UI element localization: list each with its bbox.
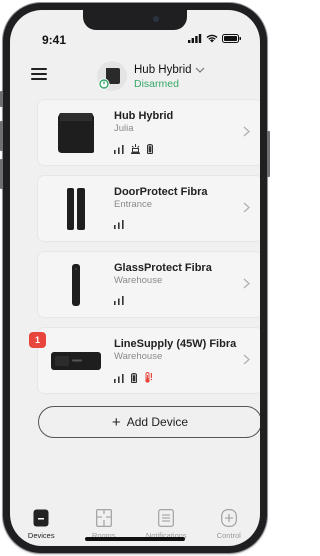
device-name: Hub Hybrid bbox=[114, 110, 174, 122]
device-room: Entrance bbox=[114, 199, 153, 210]
wifi-icon bbox=[206, 34, 218, 43]
signal-icon bbox=[114, 374, 124, 383]
status-icons bbox=[188, 34, 242, 43]
cellular-signal-icon bbox=[188, 34, 202, 43]
device-name: DoorProtect Fibra bbox=[114, 186, 208, 198]
rooms-icon bbox=[95, 509, 112, 527]
device-card-linesupply-fibra[interactable]: LineSupply (45W) Fibra Warehouse bbox=[38, 328, 260, 393]
app-screen: 9:41 Hub Hybrid Disarmed Hub Hybrid Juli… bbox=[10, 10, 260, 546]
notch bbox=[83, 10, 187, 30]
tab-label: Control bbox=[216, 531, 241, 540]
signal-icon bbox=[114, 145, 124, 154]
device-status-icons bbox=[114, 220, 124, 229]
signal-icon bbox=[114, 296, 124, 305]
battery-icon bbox=[147, 144, 153, 154]
add-device-label: Add Device bbox=[126, 415, 189, 429]
menu-icon[interactable] bbox=[31, 68, 47, 80]
hub-avatar-icon[interactable] bbox=[96, 60, 128, 92]
signal-icon bbox=[114, 220, 124, 229]
volume-up-button bbox=[0, 121, 3, 151]
tamper-icon bbox=[131, 144, 140, 154]
device-status-icons bbox=[114, 372, 153, 383]
device-image-doorprotect bbox=[48, 181, 103, 236]
hub-selector[interactable]: Hub Hybrid bbox=[134, 64, 205, 76]
notifications-icon bbox=[158, 509, 175, 527]
power-button bbox=[267, 131, 270, 177]
chevron-right-icon bbox=[243, 278, 250, 289]
phone-frame: 9:41 Hub Hybrid Disarmed Hub Hybrid Juli… bbox=[0, 3, 270, 553]
status-time: 9:41 bbox=[42, 33, 67, 47]
home-indicator bbox=[85, 537, 185, 541]
add-device-button[interactable]: + Add Device bbox=[38, 406, 260, 438]
devices-icon bbox=[33, 509, 49, 527]
device-card-doorprotect-fibra[interactable]: DoorProtect Fibra Entrance bbox=[38, 176, 260, 241]
device-name: GlassProtect Fibra bbox=[114, 262, 212, 274]
chevron-right-icon bbox=[243, 354, 250, 365]
tab-devices[interactable]: Devices bbox=[10, 509, 72, 540]
control-icon bbox=[220, 509, 237, 527]
device-name: LineSupply (45W) Fibra bbox=[114, 338, 237, 350]
tab-control[interactable]: Control bbox=[198, 509, 260, 540]
device-room: Julia bbox=[114, 123, 134, 134]
tab-label: Devices bbox=[27, 531, 55, 540]
temperature-alert-icon bbox=[145, 372, 152, 383]
plus-icon: + bbox=[111, 413, 121, 431]
device-image-hub bbox=[48, 105, 103, 160]
device-card-hub-hybrid[interactable]: Hub Hybrid Julia bbox=[38, 100, 260, 165]
battery-icon bbox=[131, 373, 137, 383]
battery-status-icon bbox=[222, 34, 241, 43]
device-status-icons bbox=[114, 144, 153, 154]
device-image-glassprotect bbox=[48, 257, 103, 312]
volume-down-button bbox=[0, 159, 3, 189]
device-room: Warehouse bbox=[114, 351, 163, 362]
alert-count-badge: 1 bbox=[29, 332, 46, 348]
device-card-glassprotect-fibra[interactable]: GlassProtect Fibra Warehouse bbox=[38, 252, 260, 317]
device-room: Warehouse bbox=[114, 275, 163, 286]
tab-rooms[interactable]: Rooms bbox=[73, 509, 135, 540]
silent-switch bbox=[0, 91, 3, 107]
chevron-right-icon bbox=[243, 126, 250, 137]
hub-arm-status: Disarmed bbox=[134, 78, 179, 90]
device-status-icons bbox=[114, 296, 124, 305]
device-image-linesupply bbox=[48, 333, 103, 388]
tab-notifications[interactable]: Notifications bbox=[135, 509, 197, 540]
chevron-right-icon bbox=[243, 202, 250, 213]
hub-name: Hub Hybrid bbox=[134, 64, 192, 76]
camera bbox=[153, 16, 159, 22]
chevron-down-icon bbox=[195, 67, 204, 73]
